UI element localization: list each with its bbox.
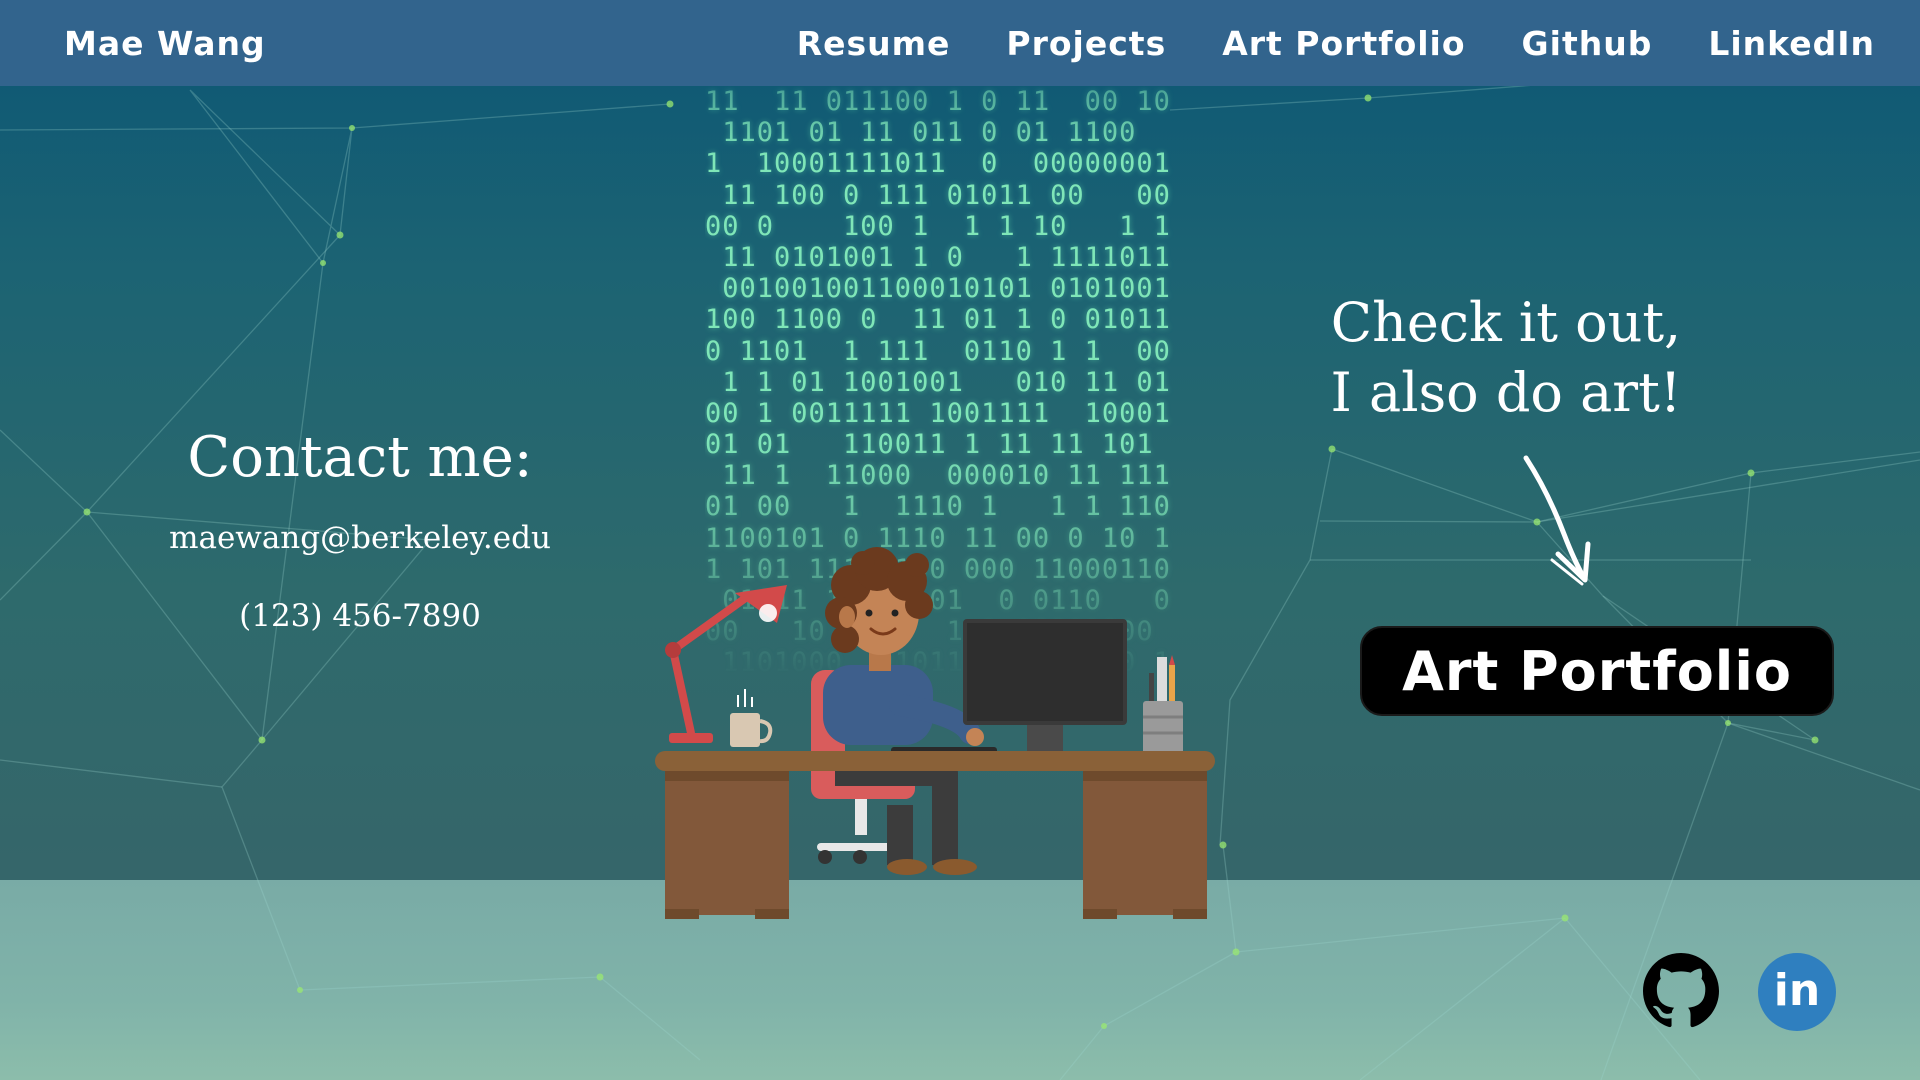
desk-lamp-icon (665, 585, 787, 743)
binary-row: 00 1 0011111 1001111 10001 (705, 397, 1171, 429)
binary-row: 0 1101 1 111 0110 1 1 00 (705, 335, 1171, 367)
binary-row: 11 11 011100 1 0 11 00 10 (705, 86, 1171, 117)
nav-links: Resume Projects Art Portfolio Github Lin… (797, 24, 1875, 63)
navbar: Mae Wang Resume Projects Art Portfolio G… (0, 0, 1920, 86)
nav-link-projects[interactable]: Projects (1006, 24, 1166, 63)
binary-row: 1 10001111011 0 00000001 (705, 148, 1171, 180)
binary-row: 01 01 110011 1 11 11 101 (705, 429, 1171, 461)
art-callout-line-1: Check it out, (1330, 291, 1682, 354)
art-portfolio-button[interactable]: Art Portfolio (1360, 626, 1834, 716)
page: Mae Wang Resume Projects Art Portfolio G… (0, 0, 1920, 1080)
binary-row: 1101 01 11 011 0 01 1100 (705, 117, 1171, 149)
art-callout: Check it out, I also do art! (1250, 288, 1762, 428)
binary-row: 11 0101001 1 0 1 1111011 (705, 241, 1171, 273)
nav-link-linkedin[interactable]: LinkedIn (1708, 24, 1875, 63)
linkedin-icon-label: in (1773, 964, 1821, 1016)
binary-row: 1 1 01 1001001 010 11 01 (705, 366, 1171, 398)
contact-phone: (123) 456-7890 (239, 598, 481, 634)
binary-row: 100 1100 0 11 01 1 0 01011 (705, 304, 1171, 336)
pen-holder-icon (1143, 655, 1183, 759)
art-callout-line-2: I also do art! (1330, 361, 1682, 424)
contact-section: Contact me: maewang@berkeley.edu (123) 4… (110, 425, 610, 676)
contact-heading: Contact me: (187, 425, 533, 490)
github-icon[interactable] (1643, 953, 1719, 1029)
binary-row: 11 1 11000 000010 11 111 (705, 460, 1171, 492)
desk-illustration (655, 547, 1215, 919)
nav-link-resume[interactable]: Resume (797, 24, 951, 63)
coffee-mug-icon (730, 689, 773, 747)
linkedin-icon[interactable]: in (1758, 953, 1836, 1031)
binary-row: 00 0 100 1 1 1 10 1 1 (705, 210, 1171, 242)
nav-link-art-portfolio[interactable]: Art Portfolio (1222, 24, 1465, 63)
contact-email-link[interactable]: maewang@berkeley.edu (110, 520, 610, 556)
person-illustration (823, 547, 984, 875)
binary-row: 001001001100010101 0101001 (705, 273, 1171, 305)
nav-link-github[interactable]: Github (1522, 24, 1653, 63)
arrow-down-right-icon (1523, 455, 1591, 586)
binary-row: 11 100 0 111 01011 00 00 (705, 179, 1171, 211)
brand-link[interactable]: Mae Wang (64, 24, 266, 63)
